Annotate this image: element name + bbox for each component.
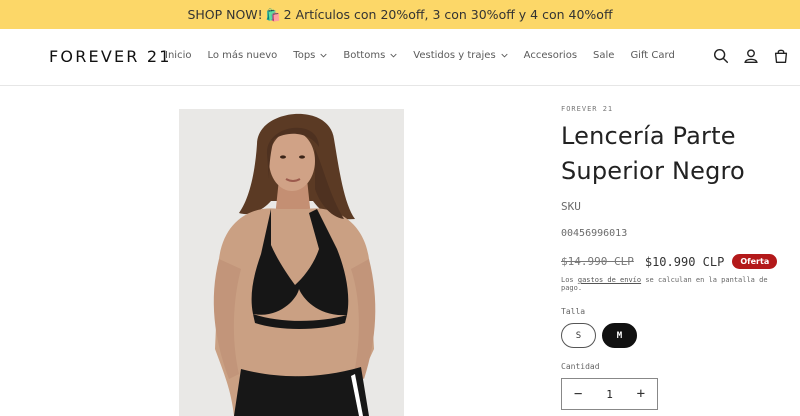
quantity-stepper: − 1 + [561, 378, 658, 410]
nav-item-lo-mas-nuevo[interactable]: Lo más nuevo [207, 50, 277, 61]
main-nav: Inicio Lo más nuevo Tops Bottoms Vestido… [165, 50, 691, 61]
product-vendor: FOREVER 21 [561, 105, 614, 113]
announcement-text: 2 Artículos con 20%off, 3 con 30%off y 4… [283, 7, 613, 22]
account-icon[interactable] [742, 47, 760, 65]
nav-item-gift-card[interactable]: Gift Card [630, 50, 674, 61]
nav-label: Sale [593, 50, 615, 61]
nav-label: Inicio [165, 50, 192, 61]
nav-item-accesorios[interactable]: Accesorios [524, 50, 577, 61]
original-price: $14.990 CLP [561, 255, 634, 268]
size-options: S M [561, 323, 791, 348]
nav-item-tops[interactable]: Tops [293, 50, 328, 61]
nav-label: Lo más nuevo [207, 50, 278, 61]
product-info: FOREVER 21 Lencería Parte Superior Negro… [561, 105, 791, 410]
sku-value: 00456996013 [561, 228, 628, 239]
size-option-m[interactable]: M [602, 323, 637, 348]
nav-item-vestidos-y-trajes[interactable]: Vestidos y trajes [413, 50, 508, 61]
quantity-decrease-button[interactable]: − [574, 386, 582, 402]
shipping-note: Los gastos de envío se calculan en la pa… [561, 276, 791, 292]
product-image[interactable] [179, 109, 404, 416]
nav-label: Gift Card [630, 50, 675, 61]
announcement-bar[interactable]: SHOP NOW! 🛍️ 2 Artículos con 20%off, 3 c… [0, 0, 800, 29]
announcement-prefix: SHOP NOW! [187, 7, 263, 22]
shipping-link[interactable]: gastos de envío [578, 276, 641, 284]
search-icon[interactable] [712, 47, 730, 65]
nav-label: Accesorios [523, 50, 578, 61]
nav-label: Vestidos y trajes [413, 50, 496, 61]
chevron-down-icon [320, 53, 328, 58]
sale-badge: Oferta [732, 254, 778, 269]
quantity-label: Cantidad [561, 362, 600, 371]
nav-label: Tops [293, 50, 316, 61]
shopping-bag-icon: 🛍️ [265, 7, 281, 22]
site-header: FOREVER 21 Inicio Lo más nuevo Tops Bott… [0, 29, 800, 86]
nav-item-bottoms[interactable]: Bottoms [343, 50, 397, 61]
shipping-text-before: Los [561, 276, 574, 284]
nav-item-sale[interactable]: Sale [593, 50, 614, 61]
header-icons [700, 47, 790, 65]
model-photo [179, 109, 404, 416]
price-row: $14.990 CLP $10.990 CLP Oferta [561, 254, 791, 269]
sale-price: $10.990 CLP [644, 254, 725, 269]
size-option-s[interactable]: S [561, 323, 596, 348]
chevron-down-icon [501, 53, 508, 58]
logo[interactable]: FOREVER 21 [49, 47, 172, 66]
size-label: Talla [561, 307, 586, 316]
cart-icon[interactable] [772, 47, 790, 65]
quantity-increase-button[interactable]: + [637, 386, 645, 402]
chevron-down-icon [390, 53, 397, 58]
quantity-value[interactable]: 1 [606, 388, 613, 401]
product-title: Lencería Parte Superior Negro [561, 122, 745, 185]
nav-label: Bottoms [343, 50, 386, 61]
nav-item-inicio[interactable]: Inicio [165, 50, 191, 61]
sku-label: SKU [561, 200, 581, 213]
